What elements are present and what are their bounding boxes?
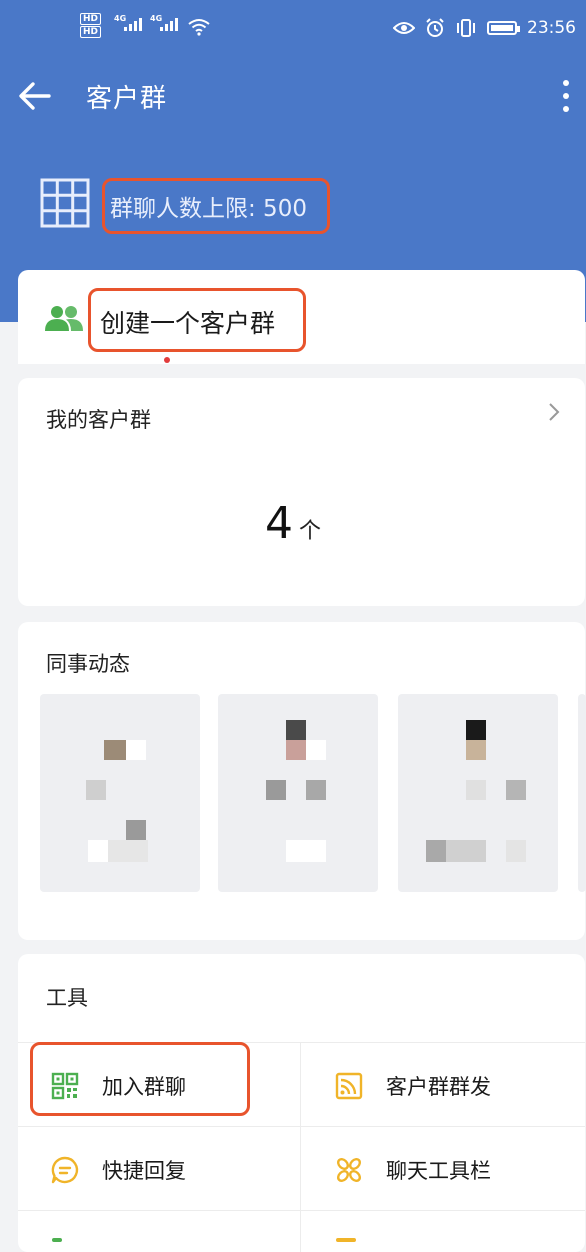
tool-icon-partial xyxy=(52,1238,62,1242)
battery-icon xyxy=(487,21,520,35)
wifi-icon xyxy=(188,19,210,36)
hd-badge: HD xyxy=(80,13,102,25)
divider xyxy=(18,1210,585,1211)
alarm-icon xyxy=(426,18,444,37)
notification-dot xyxy=(164,357,170,363)
chat-bubble-icon xyxy=(51,1156,79,1184)
tool-join-group[interactable]: 加入群聊 xyxy=(50,1056,186,1116)
page-title: 客户群 xyxy=(86,84,168,114)
qr-code-icon xyxy=(51,1072,79,1100)
divider xyxy=(300,1042,301,1252)
status-bar: HD HD 4G 4G 23:56 xyxy=(0,0,586,60)
tool-label: 客户群群发 xyxy=(386,1075,491,1099)
create-group-card[interactable]: 创建一个客户群 xyxy=(18,270,585,364)
hd-badge: HD xyxy=(80,26,102,38)
create-group-label: 创建一个客户群 xyxy=(100,309,276,338)
tools-title: 工具 xyxy=(46,986,88,1010)
toolbar-icon xyxy=(336,1157,362,1183)
divider xyxy=(18,1042,585,1043)
eye-icon xyxy=(393,22,415,34)
activity-thumbnail[interactable] xyxy=(578,694,586,892)
back-arrow-icon[interactable] xyxy=(18,80,52,112)
tool-quick-reply[interactable]: 快捷回复 xyxy=(50,1140,186,1200)
activity-thumbnail[interactable] xyxy=(218,694,378,892)
status-time: 23:56 xyxy=(527,18,576,38)
group-limit-text: 群聊人数上限: 500 xyxy=(110,196,307,222)
tool-label: 聊天工具栏 xyxy=(386,1159,491,1183)
vibrate-icon xyxy=(457,19,475,37)
colleague-activity-title: 同事动态 xyxy=(46,652,130,676)
group-count-unit: 个 xyxy=(298,519,321,544)
tool-label: 快捷回复 xyxy=(102,1159,186,1183)
activity-thumbnail[interactable] xyxy=(40,694,200,892)
grid-icon xyxy=(40,178,90,228)
my-groups-title: 我的客户群 xyxy=(46,408,151,432)
divider xyxy=(18,1126,585,1127)
group-count-number: 4 xyxy=(264,498,293,549)
signal-strength-icon xyxy=(124,18,142,31)
broadcast-icon xyxy=(335,1072,363,1100)
signal-strength-icon xyxy=(160,18,178,31)
more-options-icon[interactable] xyxy=(558,76,574,116)
tool-icon-partial xyxy=(336,1238,356,1242)
people-icon xyxy=(45,306,83,331)
sim-indicators: HD HD xyxy=(80,12,102,38)
chevron-right-icon[interactable] xyxy=(547,402,561,422)
tool-label: 加入群聊 xyxy=(102,1075,186,1099)
app-bar: 客户群 xyxy=(0,60,586,132)
group-count: 4个 xyxy=(0,498,586,549)
my-groups-card[interactable]: 我的客户群 xyxy=(18,378,585,606)
activity-thumbnail[interactable] xyxy=(398,694,558,892)
tool-group-broadcast[interactable]: 客户群群发 xyxy=(334,1056,491,1116)
tool-chat-toolbar[interactable]: 聊天工具栏 xyxy=(334,1140,491,1200)
